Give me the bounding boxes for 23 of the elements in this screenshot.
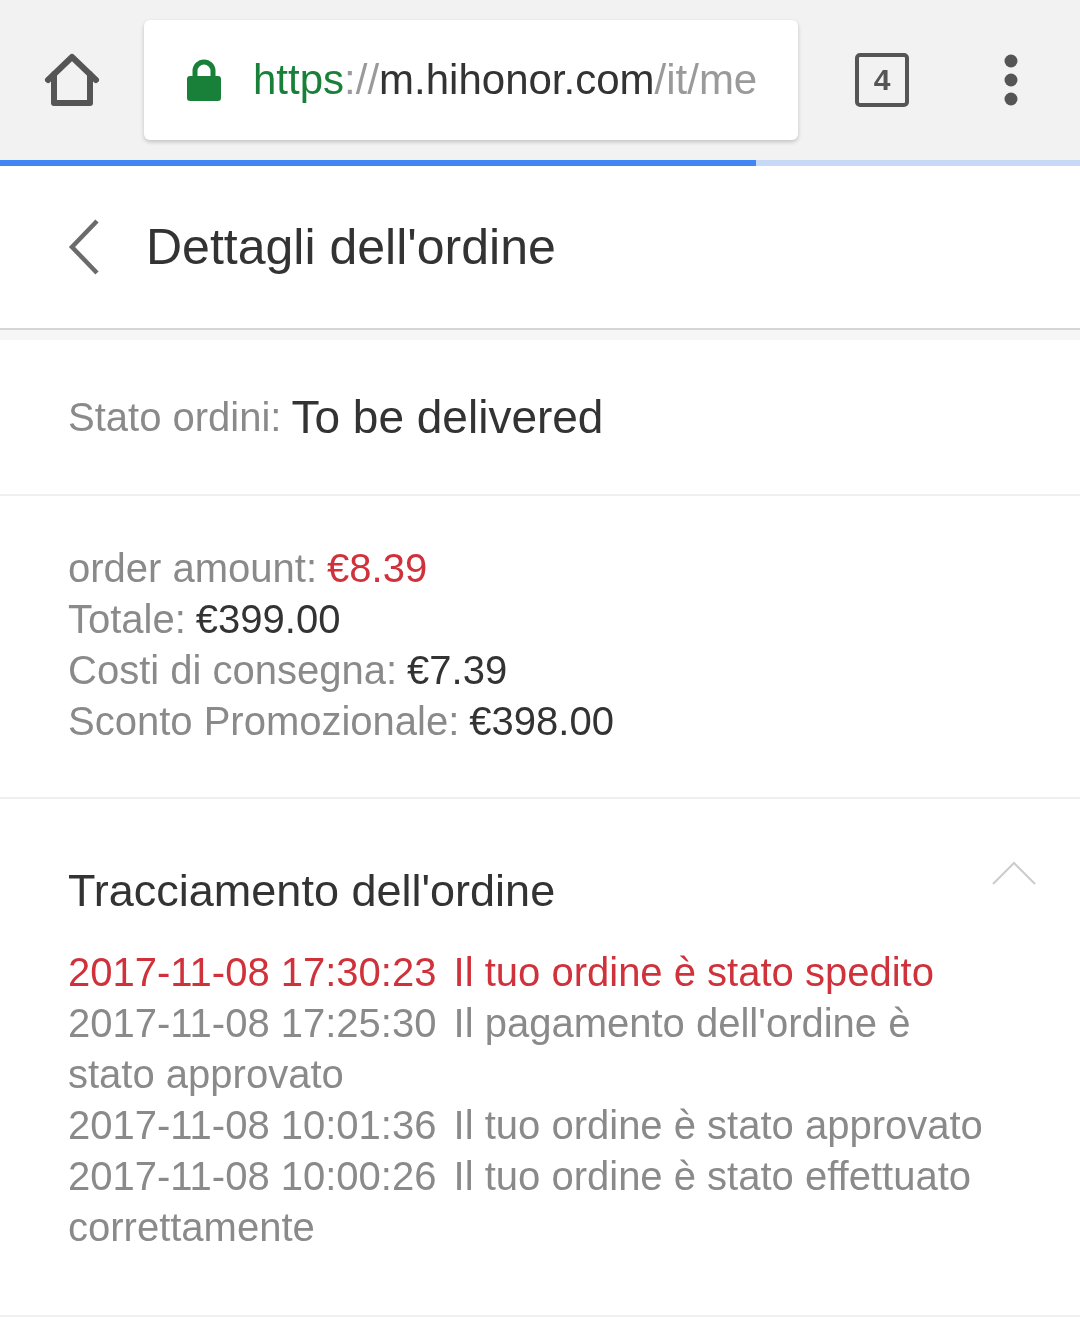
tracking-title: Tracciamento dell'ordine	[68, 865, 556, 915]
amount-label: Costi di consegna:	[68, 646, 398, 694]
amount-label: Sconto Promozionale:	[68, 697, 460, 745]
tracking-event: 2017-11-08 17:30:23 Il tuo ordine è stato spedito	[68, 949, 935, 996]
page-title: Dettagli dell'ordine	[146, 222, 556, 272]
tracking-event: 2017-11-08 17:25:30 Il pagamento dell'ordine è stato approvato	[68, 1000, 912, 1098]
status-label: Stato ordini:	[68, 394, 282, 441]
amount-value: €398.00	[469, 697, 614, 745]
lock-icon	[187, 59, 221, 101]
amount-label: Totale:	[68, 595, 186, 643]
home-icon[interactable]	[44, 53, 100, 107]
amount-value: €7.39	[407, 646, 508, 694]
tracking-event: 2017-11-08 10:01:36 Il tuo ordine è stato approvato	[68, 1102, 984, 1149]
back-icon[interactable]	[68, 219, 100, 275]
menu-icon[interactable]	[1004, 54, 1018, 106]
address-bar[interactable]: https://m.hihonor.com/it/me	[144, 20, 798, 140]
tracking-event: 2017-11-08 10:00:26 Il tuo ordine è stato effettuato correttamente	[68, 1153, 972, 1251]
amount-label: order amount:	[68, 544, 318, 592]
amount-value: €8.39	[327, 544, 428, 592]
amount-value: €399.00	[195, 595, 341, 643]
tab-count-button[interactable]: 4	[855, 53, 909, 107]
url-text: https://m.hihonor.com/it/me	[253, 59, 758, 101]
status-value: To be delivered	[291, 389, 604, 445]
